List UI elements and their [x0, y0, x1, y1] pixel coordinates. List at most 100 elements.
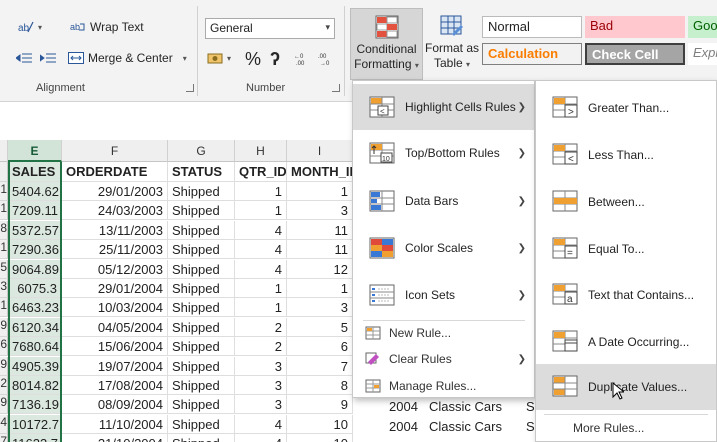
status-cell[interactable]: Shipped: [168, 240, 235, 259]
submenu-greater-than[interactable]: > Greater Than...: [536, 85, 716, 131]
wrap-text-button[interactable]: ab Wrap Text: [70, 20, 144, 34]
month-id-cell[interactable]: 5: [287, 318, 353, 337]
orderdate-cell[interactable]: 17/08/2004: [62, 376, 168, 395]
status-cell[interactable]: Shipped: [168, 434, 235, 442]
menu-manage-rules[interactable]: Manage Rules...: [353, 373, 534, 399]
menu-data-bars[interactable]: Data Bars ❯: [353, 178, 534, 224]
header-cell-sales[interactable]: SALES: [8, 162, 62, 182]
qtr-id-cell[interactable]: 1: [235, 182, 287, 201]
qtr-id-cell[interactable]: 1: [235, 279, 287, 298]
status-cell[interactable]: Shipped: [168, 337, 235, 356]
status-cell[interactable]: Shipped: [168, 376, 235, 395]
row-header[interactable]: 1: [0, 201, 8, 220]
month-id-cell[interactable]: 8: [287, 376, 353, 395]
status-cell[interactable]: Shipped: [168, 298, 235, 317]
orderdate-cell[interactable]: 11/10/2004: [62, 415, 168, 434]
orderdate-cell[interactable]: 05/12/2003: [62, 260, 168, 279]
sales-cell[interactable]: 4905.39: [8, 357, 62, 376]
row-header[interactable]: [0, 162, 8, 182]
header-cell-orderdate[interactable]: ORDERDATE: [62, 162, 168, 182]
row-header[interactable]: 2: [0, 376, 8, 395]
menu-highlight-cells-rules[interactable]: < Highlight Cells Rules ❯: [353, 84, 534, 130]
month-id-cell[interactable]: 10: [287, 434, 353, 442]
orderdate-cell[interactable]: 19/07/2004: [62, 357, 168, 376]
status-cell[interactable]: Shipped: [168, 395, 235, 414]
sales-cell[interactable]: 7680.64: [8, 337, 62, 356]
row-header[interactable]: 9: [0, 395, 8, 414]
style-calculation[interactable]: Calculation: [482, 43, 582, 65]
submenu-text-contains[interactable]: a Text that Contains...: [536, 272, 716, 318]
qtr-id-cell[interactable]: 1: [235, 298, 287, 317]
qtr-id-cell[interactable]: 4: [235, 434, 287, 442]
sales-cell[interactable]: 8014.82: [8, 376, 62, 395]
sales-cell[interactable]: 5404.62: [8, 182, 62, 201]
status-cell[interactable]: Shipped: [168, 182, 235, 201]
sales-cell[interactable]: 10172.7: [8, 415, 62, 434]
peek-product-cell[interactable]: Classic Cars: [425, 417, 522, 437]
status-cell[interactable]: Shipped: [168, 260, 235, 279]
header-cell-month-id[interactable]: MONTH_ID: [287, 162, 353, 182]
month-id-cell[interactable]: 11: [287, 221, 353, 240]
qtr-id-cell[interactable]: 4: [235, 260, 287, 279]
status-cell[interactable]: Shipped: [168, 221, 235, 240]
month-id-cell[interactable]: 3: [287, 298, 353, 317]
submenu-duplicate-values[interactable]: Duplicate Values...: [536, 364, 716, 410]
qtr-id-cell[interactable]: 4: [235, 415, 287, 434]
orderdate-cell[interactable]: 29/01/2004: [62, 279, 168, 298]
sales-cell[interactable]: 6120.34: [8, 318, 62, 337]
orientation-button[interactable]: ab ▾: [18, 20, 42, 34]
submenu-between[interactable]: Between...: [536, 179, 716, 225]
column-header-f[interactable]: F: [62, 140, 168, 162]
sales-cell[interactable]: 6075.3: [8, 279, 62, 298]
orderdate-cell[interactable]: 21/10/2004: [62, 434, 168, 442]
peek-product-cell[interactable]: Classic Cars: [425, 397, 522, 417]
percent-style-button[interactable]: %: [245, 49, 261, 70]
column-header-g[interactable]: G: [168, 140, 235, 162]
orderdate-cell[interactable]: 24/03/2003: [62, 201, 168, 220]
orderdate-cell[interactable]: 13/11/2003: [62, 221, 168, 240]
sales-cell[interactable]: 7290.36: [8, 240, 62, 259]
menu-top-bottom-rules[interactable]: 10 Top/Bottom Rules ❯: [353, 130, 534, 176]
submenu-date-occurring[interactable]: A Date Occurring...: [536, 319, 716, 365]
column-header-e[interactable]: E: [8, 140, 62, 162]
submenu-more-rules[interactable]: More Rules...: [536, 415, 716, 441]
orderdate-cell[interactable]: 08/09/2004: [62, 395, 168, 414]
sales-cell[interactable]: 11623.7: [8, 434, 62, 442]
orderdate-cell[interactable]: 04/05/2004: [62, 318, 168, 337]
row-header[interactable]: 6: [0, 337, 8, 356]
number-dialog-launcher[interactable]: [332, 84, 340, 92]
menu-color-scales[interactable]: Color Scales ❯: [353, 225, 534, 271]
status-cell[interactable]: Shipped: [168, 201, 235, 220]
qtr-id-cell[interactable]: 2: [235, 318, 287, 337]
style-check-cell[interactable]: Check Cell: [585, 43, 685, 65]
format-as-table-button[interactable]: Format as Table ▾: [423, 8, 481, 80]
menu-new-rule[interactable]: New Rule...: [353, 320, 534, 346]
row-header[interactable]: 1: [0, 240, 8, 259]
month-id-cell[interactable]: 11: [287, 240, 353, 259]
merge-center-button[interactable]: Merge & Center ▾: [68, 51, 187, 65]
orderdate-cell[interactable]: 10/03/2004: [62, 298, 168, 317]
row-header[interactable]: 9: [0, 357, 8, 376]
qtr-id-cell[interactable]: 4: [235, 240, 287, 259]
column-header-h[interactable]: H: [235, 140, 287, 162]
orderdate-cell[interactable]: 15/06/2004: [62, 337, 168, 356]
qtr-id-cell[interactable]: 3: [235, 376, 287, 395]
peek-year-cell[interactable]: 2004: [385, 397, 425, 417]
number-format-dropdown[interactable]: General ▾: [205, 18, 335, 39]
style-good[interactable]: Goo: [688, 16, 717, 38]
month-id-cell[interactable]: 12: [287, 260, 353, 279]
qtr-id-cell[interactable]: 3: [235, 395, 287, 414]
style-explanatory[interactable]: Expl: [688, 43, 717, 65]
header-cell-status[interactable]: STATUS: [168, 162, 235, 182]
decrease-decimal-button[interactable]: .00 →0: [318, 52, 334, 66]
month-id-cell[interactable]: 1: [287, 279, 353, 298]
sales-cell[interactable]: 7209.11: [8, 201, 62, 220]
month-id-cell[interactable]: 10: [287, 415, 353, 434]
qtr-id-cell[interactable]: 3: [235, 357, 287, 376]
row-header[interactable]: 4: [0, 415, 8, 434]
peek-code-cell[interactable]: S1: [522, 397, 535, 417]
orderdate-cell[interactable]: 29/01/2003: [62, 182, 168, 201]
submenu-less-than[interactable]: < Less Than...: [536, 132, 716, 178]
month-id-cell[interactable]: 3: [287, 201, 353, 220]
sales-cell[interactable]: 5372.57: [8, 221, 62, 240]
